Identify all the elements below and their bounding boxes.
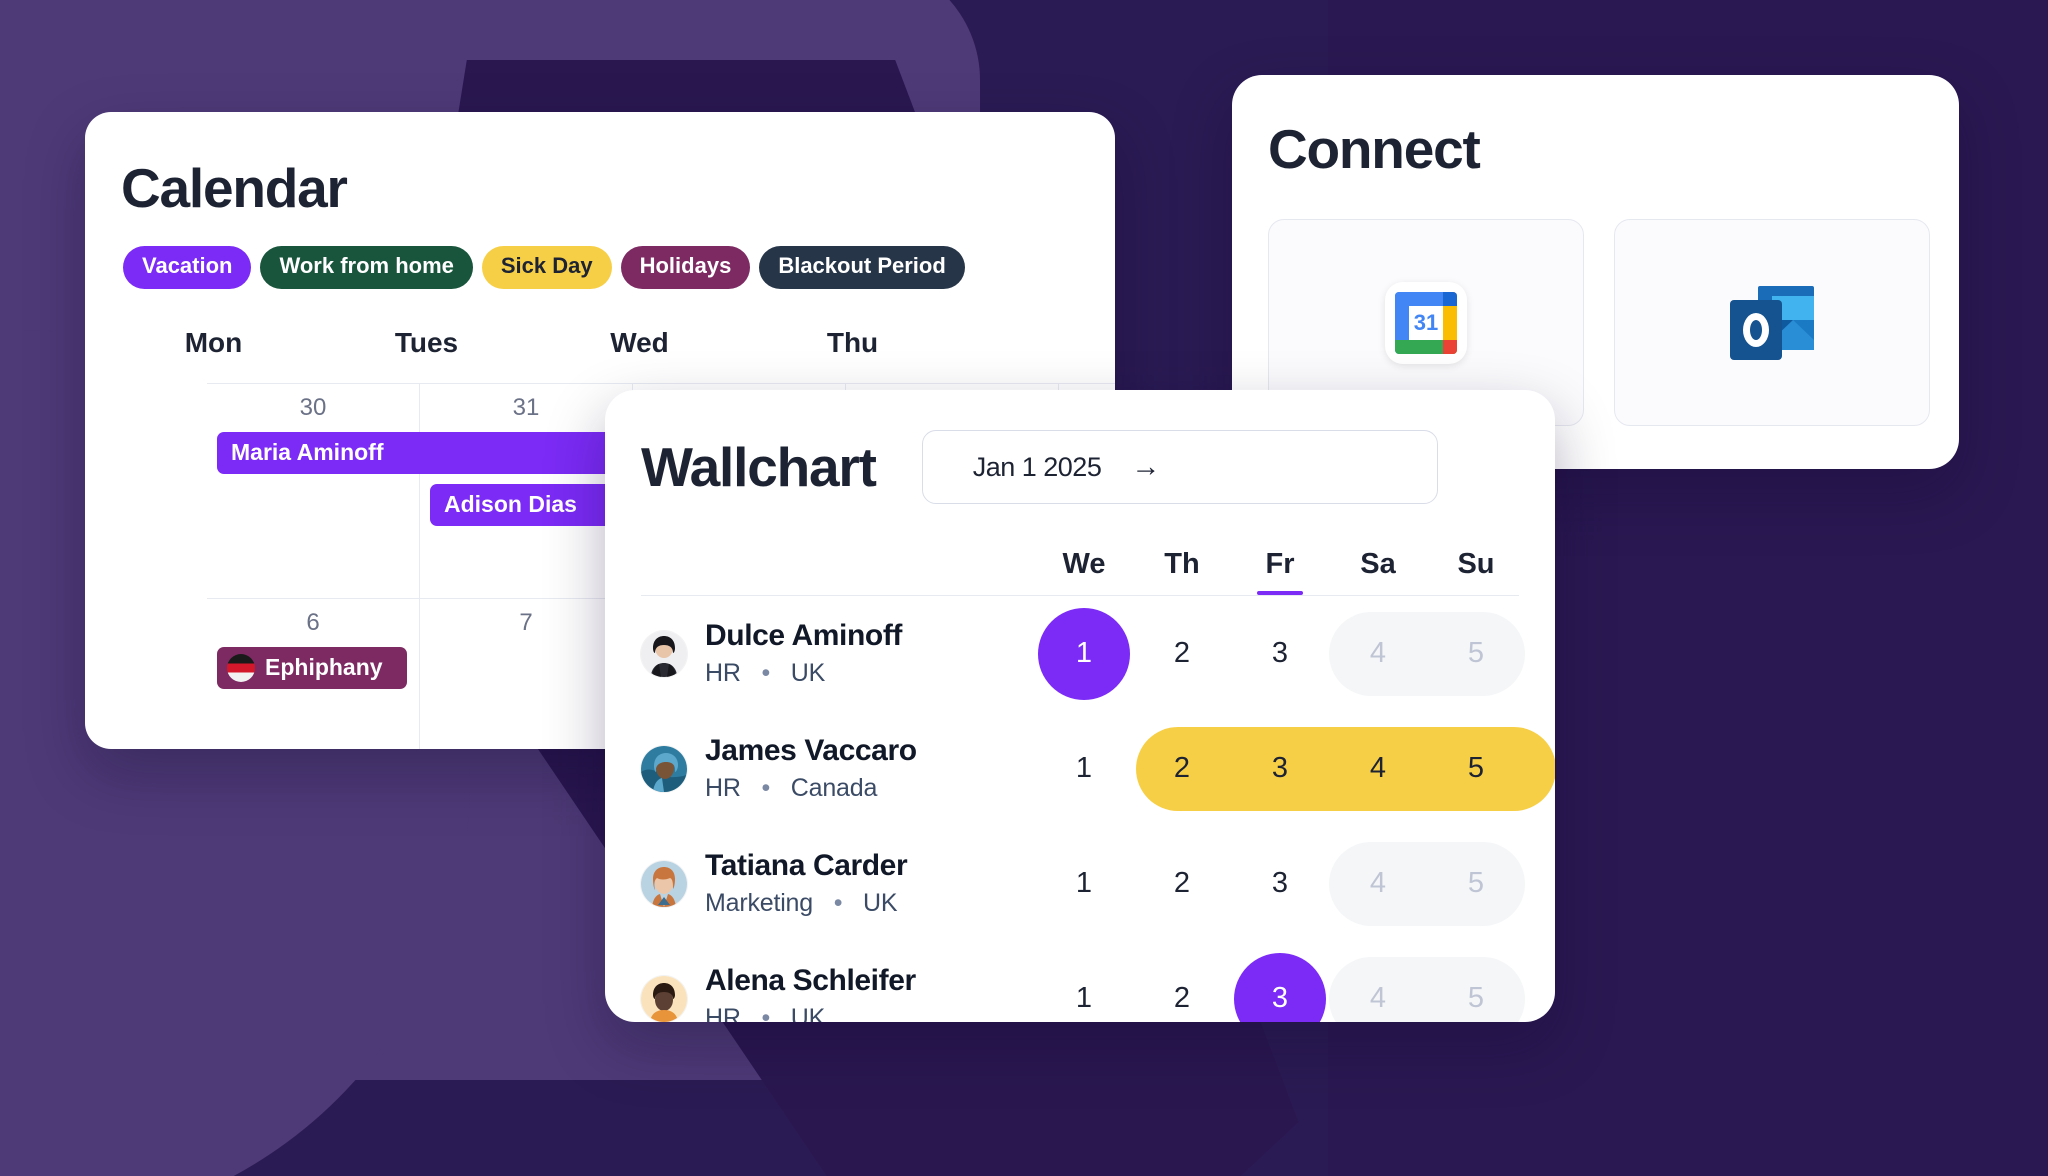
integration-tile-outlook[interactable] bbox=[1614, 219, 1930, 426]
table-row[interactable]: James Vaccaro HR • Canada 1 2 3 4 5 bbox=[641, 711, 1555, 826]
legend-pill-vacation[interactable]: Vacation bbox=[123, 246, 252, 289]
wallchart-person-name: James Vaccaro bbox=[705, 734, 917, 767]
day-cell[interactable]: 3 bbox=[1231, 596, 1329, 711]
day-cell[interactable]: 3 bbox=[1231, 826, 1329, 941]
outlook-icon bbox=[1730, 285, 1814, 360]
day-cell[interactable]: 2 bbox=[1133, 711, 1231, 826]
wallchart-person: Dulce Aminoff HR • UK bbox=[641, 619, 1035, 688]
calendar-event-ephiphany[interactable]: Ephiphany bbox=[217, 646, 407, 689]
avatar bbox=[641, 975, 687, 1022]
wallchart-person-meta: HR • Canada bbox=[705, 774, 917, 803]
day-cell[interactable]: 2 bbox=[1133, 596, 1231, 711]
wallchart-day-header-we[interactable]: We bbox=[1035, 548, 1133, 595]
day-cell[interactable]: 4 bbox=[1329, 596, 1427, 711]
wallchart-title: Wallchart bbox=[641, 436, 877, 498]
wallchart-date-input[interactable]: Jan 1 2025 bbox=[973, 452, 1102, 483]
wallchart-person-name: Tatiana Carder bbox=[705, 849, 908, 882]
calendar-title: Calendar bbox=[121, 157, 348, 219]
avatar bbox=[641, 860, 687, 907]
day-cell[interactable]: 1 bbox=[1035, 826, 1133, 941]
wallchart-person: Alena Schleifer HR • UK bbox=[641, 964, 1035, 1022]
wallchart-person-meta: HR • UK bbox=[705, 659, 902, 688]
day-cell[interactable]: 4 bbox=[1329, 826, 1427, 941]
de-flag-icon bbox=[227, 653, 255, 682]
wallchart-day-header-th[interactable]: Th bbox=[1133, 548, 1231, 595]
calendar-day-number: 7 bbox=[519, 608, 533, 636]
day-cell[interactable]: 3 bbox=[1231, 711, 1329, 826]
calendar-cell[interactable]: 7 bbox=[420, 598, 633, 749]
wallchart-day-cells: 1 2 3 4 5 bbox=[1035, 711, 1555, 826]
day-cell[interactable]: 1 bbox=[1035, 941, 1133, 1022]
day-cell[interactable]: 5 bbox=[1427, 826, 1525, 941]
wallchart-person-department: HR bbox=[705, 1004, 741, 1022]
day-cell[interactable]: 3 bbox=[1231, 941, 1329, 1022]
wallchart-rows: Dulce Aminoff HR • UK 1 2 3 4 5 James Va… bbox=[605, 596, 1555, 1022]
calendar-day-number: 6 bbox=[306, 608, 320, 636]
wallchart-person-department: HR bbox=[705, 774, 741, 802]
avatar bbox=[641, 745, 687, 792]
wallchart-person-department: HR bbox=[705, 659, 741, 687]
day-cell[interactable]: 5 bbox=[1427, 941, 1525, 1022]
google-calendar-icon: 31 bbox=[1385, 281, 1467, 364]
calendar-day-header-mon: Mon bbox=[184, 326, 243, 358]
calendar-day-header-thu: Thu bbox=[826, 326, 879, 358]
wallchart-person-department: Marketing bbox=[705, 889, 813, 917]
table-row[interactable]: Alena Schleifer HR • UK 1 2 3 4 5 bbox=[641, 941, 1555, 1022]
separator-dot-icon: • bbox=[761, 659, 771, 687]
wallchart-person-location: UK bbox=[790, 659, 826, 687]
google-calendar-badge: 31 bbox=[1409, 305, 1443, 340]
calendar-event-label: Maria Aminoff bbox=[231, 439, 384, 466]
wallchart-day-headers: We Th Fr Sa Su bbox=[605, 548, 1555, 595]
calendar-day-number: 31 bbox=[512, 393, 540, 421]
wallchart-person: James Vaccaro HR • Canada bbox=[641, 734, 1035, 803]
day-cell[interactable]: 5 bbox=[1427, 711, 1525, 826]
wallchart-person-name: Dulce Aminoff bbox=[705, 619, 903, 652]
wallchart-card: Wallchart Jan 1 2025 → We Th Fr Sa Su Du… bbox=[605, 390, 1555, 1022]
calendar-day-headers: Mon Tues Wed Thu bbox=[107, 289, 1115, 359]
day-cell[interactable]: 2 bbox=[1133, 826, 1231, 941]
wallchart-person-location: UK bbox=[790, 1004, 826, 1022]
wallchart-day-header-su[interactable]: Su bbox=[1427, 548, 1525, 595]
arrow-right-icon: → bbox=[1131, 450, 1161, 483]
legend-pill-work-from-home[interactable]: Work from home bbox=[260, 246, 473, 289]
wallchart-person-meta: Marketing • UK bbox=[705, 889, 907, 918]
wallchart-day-header-fr[interactable]: Fr bbox=[1231, 548, 1329, 595]
legend-pill-blackout-period[interactable]: Blackout Period bbox=[759, 246, 965, 289]
separator-dot-icon: • bbox=[833, 889, 843, 917]
wallchart-day-cells: 1 2 3 4 5 bbox=[1035, 826, 1525, 941]
wallchart-person-meta: HR • UK bbox=[705, 1004, 916, 1022]
wallchart-day-cells: 1 2 3 4 5 bbox=[1035, 941, 1525, 1022]
calendar-cell[interactable]: 6 Ephiphany bbox=[207, 598, 420, 749]
calendar-event-label: Adison Dias bbox=[444, 491, 577, 518]
wallchart-date-picker[interactable]: Jan 1 2025 → bbox=[921, 430, 1438, 504]
calendar-day-header-wed: Wed bbox=[610, 326, 669, 358]
calendar-event-label: Ephiphany bbox=[265, 654, 383, 681]
wallchart-person-name: Alena Schleifer bbox=[705, 964, 916, 997]
day-cell[interactable]: 2 bbox=[1133, 941, 1231, 1022]
day-cell[interactable]: 4 bbox=[1329, 711, 1427, 826]
wallchart-day-cells: 1 2 3 4 5 bbox=[1035, 596, 1525, 711]
legend-pill-holidays[interactable]: Holidays bbox=[620, 246, 751, 289]
day-cell[interactable]: 5 bbox=[1427, 596, 1525, 711]
wallchart-person: Tatiana Carder Marketing • UK bbox=[641, 849, 1035, 918]
table-row[interactable]: Tatiana Carder Marketing • UK 1 2 3 4 5 bbox=[641, 826, 1555, 941]
day-cell[interactable]: 1 bbox=[1035, 596, 1133, 711]
legend-pill-sick-day[interactable]: Sick Day bbox=[481, 246, 612, 289]
calendar-day-number: 30 bbox=[299, 393, 327, 421]
separator-dot-icon: • bbox=[761, 774, 771, 802]
calendar-legend: Vacation Work from home Sick Day Holiday… bbox=[85, 220, 1115, 289]
calendar-cell[interactable]: 31 Adison Dias bbox=[420, 383, 900, 599]
separator-dot-icon: • bbox=[761, 1004, 771, 1022]
wallchart-day-header-sa[interactable]: Sa bbox=[1329, 548, 1427, 595]
connect-title: Connect bbox=[1268, 118, 1481, 180]
wallchart-header: Wallchart Jan 1 2025 → bbox=[605, 390, 1555, 504]
table-row[interactable]: Dulce Aminoff HR • UK 1 2 3 4 5 bbox=[641, 596, 1555, 711]
avatar bbox=[641, 630, 687, 677]
day-cell[interactable]: 4 bbox=[1329, 941, 1427, 1022]
calendar-day-header-tues: Tues bbox=[394, 326, 459, 358]
day-cell[interactable]: 1 bbox=[1035, 711, 1133, 826]
calendar-cell[interactable]: 30 Maria Aminoff bbox=[207, 383, 837, 599]
wallchart-person-location: Canada bbox=[790, 774, 878, 802]
wallchart-person-location: UK bbox=[863, 889, 898, 917]
